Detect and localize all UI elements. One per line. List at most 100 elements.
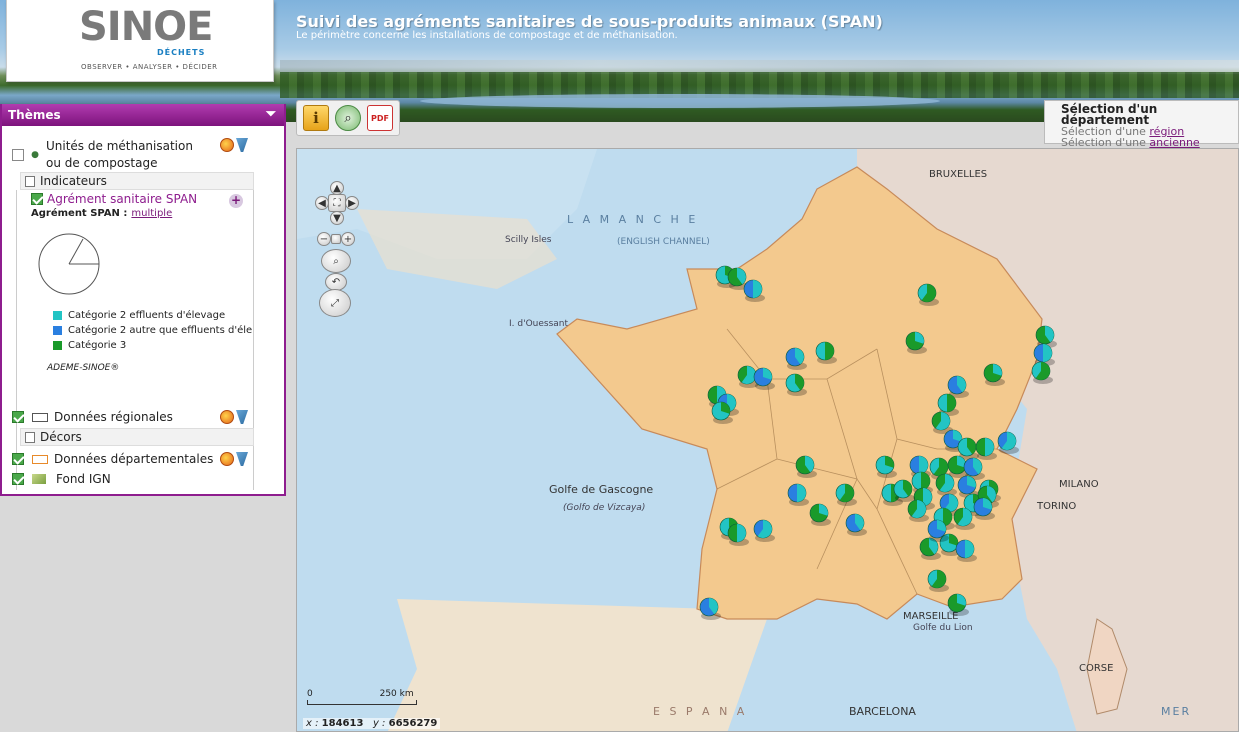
site-marker[interactable] — [983, 363, 1005, 386]
pdf-icon: PDF — [371, 113, 389, 123]
app-root: SINOE DÉCHETS OBSERVER • ANALYSER • DÉCI… — [0, 0, 1239, 732]
indicateurs-header[interactable]: Indicateurs — [20, 172, 254, 190]
decors-label: Décors — [40, 430, 82, 444]
zoom-selection-button[interactable]: ⌕ — [335, 105, 361, 131]
legend-swatch — [53, 341, 62, 350]
indicator-checkbox[interactable] — [31, 193, 43, 205]
site-marker[interactable] — [743, 279, 765, 302]
layer-unites-tools — [220, 138, 248, 152]
layer-fond-label: Fond IGN — [56, 472, 111, 486]
point-icon: ● — [31, 150, 39, 160]
filter-icon[interactable] — [236, 452, 248, 466]
layer-unites-label: Unités de méthanisation ou de compostage — [46, 139, 193, 170]
logo-text: SINOE — [79, 4, 213, 50]
info-button[interactable]: i — [303, 105, 329, 131]
site-marker[interactable] — [927, 569, 949, 592]
site-marker[interactable] — [997, 431, 1019, 454]
filter-icon[interactable] — [236, 410, 248, 424]
layer-unites-checkbox[interactable] — [12, 149, 24, 161]
layer-fond-checkbox[interactable] — [12, 473, 24, 485]
indicator-field-link[interactable]: multiple — [131, 208, 172, 219]
site-marker[interactable] — [785, 347, 807, 370]
layer-regionales-checkbox[interactable] — [12, 411, 24, 423]
selection-panel: Sélection d'un département Sélection d'u… — [1044, 100, 1239, 159]
page-subtitle: Le périmètre concerne les installations … — [296, 30, 678, 41]
scale-line — [307, 700, 417, 705]
department-outline-icon — [32, 454, 48, 464]
site-marker[interactable] — [955, 539, 977, 562]
layer-regionales[interactable]: Données régionales — [12, 410, 173, 424]
zoom-out-button[interactable]: − — [317, 232, 331, 246]
site-marker[interactable] — [947, 593, 969, 616]
site-marker[interactable] — [845, 513, 867, 536]
pan-south-button[interactable]: ▼ — [330, 211, 344, 225]
legend-label: Catégorie 2 effluents d'élevage — [68, 310, 226, 321]
pan-center-button[interactable]: ⛶ — [328, 194, 346, 212]
site-marker[interactable] — [753, 367, 775, 390]
pan-east-button[interactable]: ▶ — [345, 196, 359, 210]
logo[interactable]: SINOE DÉCHETS OBSERVER • ANALYSER • DÉCI… — [6, 0, 274, 82]
add-icon[interactable]: + — [229, 194, 243, 208]
scale-bar: 0 250 km — [307, 689, 417, 705]
site-marker[interactable] — [795, 455, 817, 478]
folder-icon — [25, 175, 35, 187]
site-marker[interactable] — [917, 283, 939, 306]
coord-y-label: y : — [372, 718, 386, 729]
zoom-in-button[interactable]: + — [341, 232, 355, 246]
style-icon[interactable] — [220, 138, 234, 152]
legend-item: Catégorie 2 autre que effluents d'éle — [53, 325, 253, 336]
map-view[interactable]: L A M A N C H E (ENGLISH CHANNEL) Golfe … — [296, 148, 1239, 732]
coord-x-value: 184613 — [321, 718, 364, 729]
coord-y-value: 6656279 — [388, 718, 438, 729]
site-marker[interactable] — [809, 503, 831, 526]
site-marker[interactable] — [975, 437, 997, 460]
site-marker[interactable] — [753, 519, 775, 542]
indicator-row[interactable]: Agrément sanitaire SPAN — [31, 192, 197, 206]
site-marker[interactable] — [727, 523, 749, 546]
indicator-label: Agrément sanitaire SPAN — [47, 192, 198, 206]
site-marker[interactable] — [787, 483, 809, 506]
layer-regionales-label: Données régionales — [54, 410, 173, 424]
pan-north-button[interactable]: ▲ — [330, 181, 344, 195]
themes-panel: Thèmes ⏷ ● Unités de méthanisation ou de… — [0, 104, 286, 496]
map-toolbar: i ⌕ PDF — [296, 100, 400, 136]
decors-header[interactable]: Décors — [20, 428, 254, 446]
legend-swatch — [53, 311, 62, 320]
filter-icon[interactable] — [236, 138, 248, 152]
indicator-field-label: Agrément SPAN : — [31, 208, 128, 219]
site-marker[interactable] — [699, 597, 721, 620]
site-marker[interactable] — [905, 331, 927, 354]
indicator-field: Agrément SPAN : multiple — [31, 208, 172, 219]
layer-regionales-tools — [220, 410, 248, 424]
site-marker[interactable] — [835, 483, 857, 506]
site-marker[interactable] — [785, 373, 807, 396]
site-marker[interactable] — [893, 479, 915, 502]
site-marker[interactable] — [815, 341, 837, 364]
layer-fond[interactable]: Fond IGN — [12, 472, 111, 486]
banner-lake — [420, 94, 940, 108]
magnifier-icon: ⌕ — [344, 110, 352, 126]
pdf-export-button[interactable]: PDF — [367, 105, 393, 131]
coordinates-readout: x : 184613 y : 6656279 — [303, 718, 441, 729]
style-icon[interactable] — [220, 452, 234, 466]
pie-legend-icon — [38, 233, 100, 295]
layer-departementales[interactable]: Données départementales — [12, 452, 213, 466]
legend-credit: ADEME-SINOE® — [47, 363, 120, 373]
zoom-box-button[interactable]: ⌕ — [321, 249, 351, 273]
scale-zero: 0 — [307, 689, 313, 699]
style-icon[interactable] — [220, 410, 234, 424]
select-department[interactable]: Sélection d'un département — [1061, 103, 1234, 126]
zoom-slider[interactable] — [331, 234, 341, 244]
site-marker[interactable] — [875, 455, 897, 478]
layer-departementales-checkbox[interactable] — [12, 453, 24, 465]
pan-west-button[interactable]: ◀ — [315, 196, 329, 210]
legend-item: Catégorie 2 effluents d'élevage — [53, 310, 253, 321]
layer-departementales-label: Données départementales — [54, 452, 214, 466]
legend-swatch — [53, 326, 62, 335]
full-extent-button[interactable]: ⤢ — [319, 289, 351, 317]
coord-x-label: x : — [306, 718, 319, 729]
legend-item: Catégorie 3 — [53, 340, 253, 351]
folder-icon — [25, 431, 35, 443]
collapse-icon[interactable]: ⏷ — [266, 107, 276, 122]
legend-label: Catégorie 3 — [68, 340, 127, 351]
